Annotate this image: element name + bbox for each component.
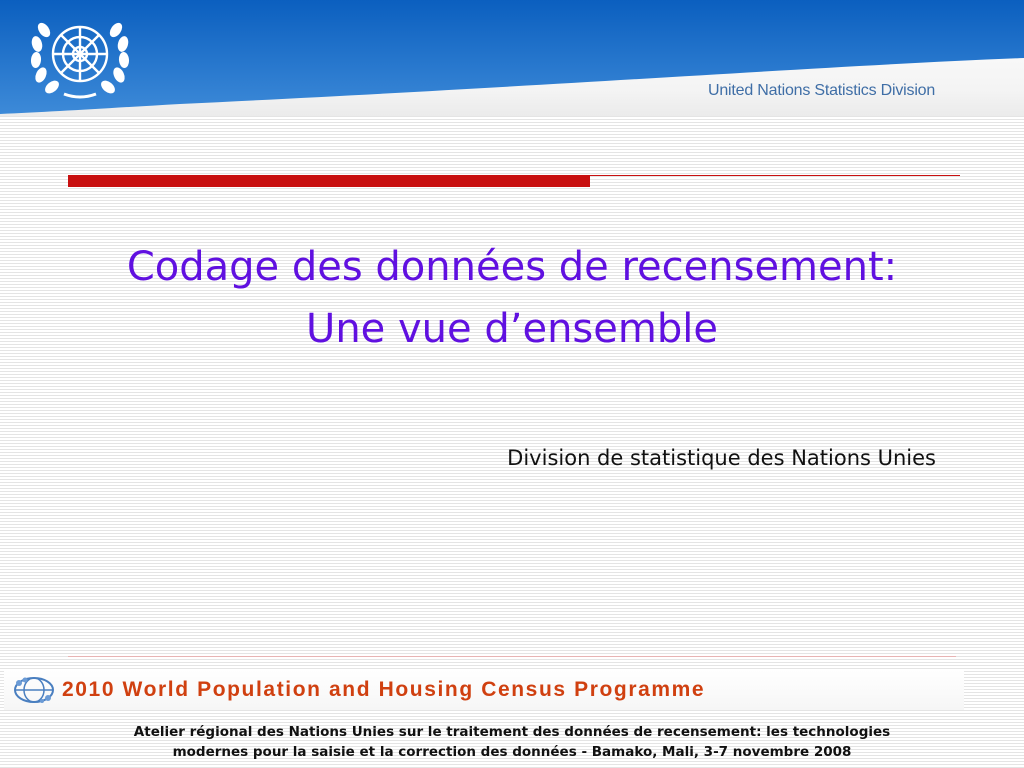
- thin-divider-line: [590, 175, 960, 176]
- footer-event-note: Atelier régional des Nations Unies sur l…: [20, 722, 1004, 762]
- title-line-1: Codage des données de recensement:: [126, 244, 898, 290]
- header-band: United Nations Statistics Division: [0, 0, 1024, 116]
- un-emblem-icon: [30, 22, 130, 99]
- title-line-2: Une vue d’ensemble: [306, 306, 718, 352]
- red-divider-bar: [68, 175, 590, 187]
- census-programme-title: 2010 World Population and Housing Census…: [62, 678, 706, 701]
- slide: United Nations Statistics Division Codag…: [0, 0, 1024, 768]
- census-programme-banner: 2010 World Population and Housing Census…: [4, 670, 964, 710]
- footer-line-2: modernes pour la saisie et la correction…: [172, 744, 852, 760]
- organization-name: United Nations Statistics Division: [708, 82, 936, 99]
- footer-line-1: Atelier régional des Nations Unies sur l…: [133, 724, 891, 740]
- slide-title: Codage des données de recensement: Une v…: [30, 236, 994, 360]
- footer-divider-line: [68, 656, 956, 657]
- census-globe-icon: [14, 677, 54, 703]
- slide-subtitle: Division de statistique des Nations Unie…: [507, 446, 936, 470]
